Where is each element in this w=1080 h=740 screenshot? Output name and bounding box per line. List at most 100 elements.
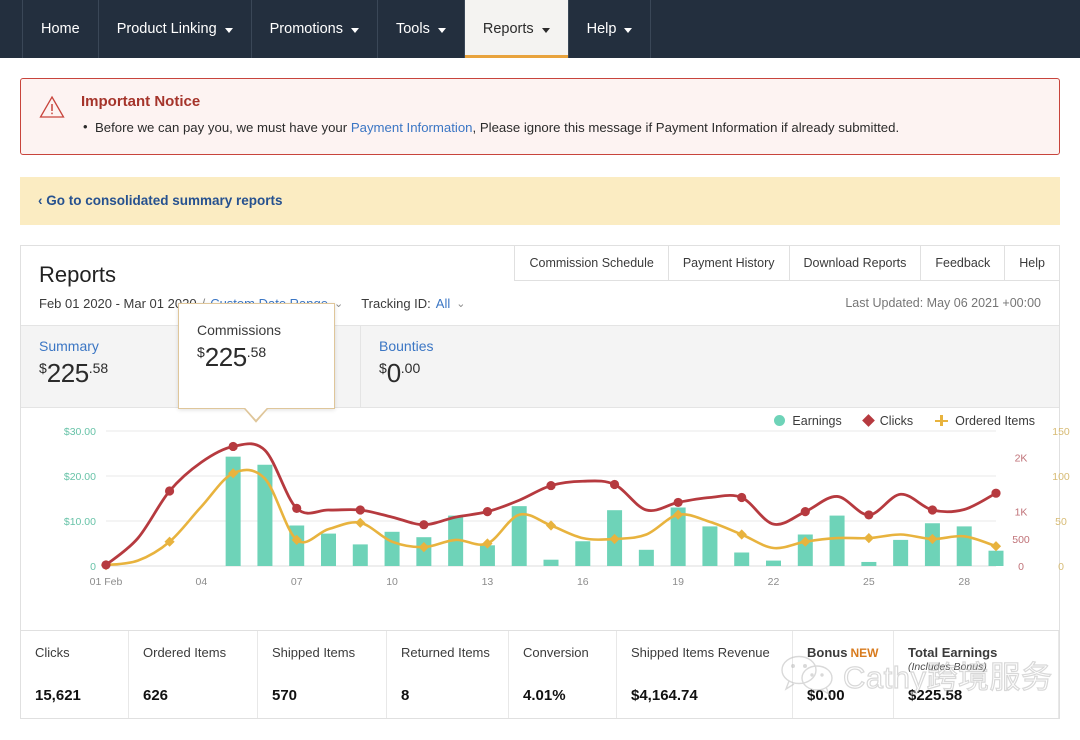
metric-clicks: Clicks 15,621 bbox=[21, 630, 129, 718]
metric-conversion: Conversion 4.01% bbox=[509, 630, 617, 718]
date-range-text: Feb 01 2020 - Mar 01 2020 bbox=[39, 295, 197, 311]
currency-symbol: $ bbox=[39, 359, 47, 376]
metric-label: Shipped Items Revenue bbox=[631, 644, 770, 660]
legend-item-earnings[interactable]: Earnings bbox=[774, 413, 842, 428]
chevron-down-icon bbox=[437, 27, 446, 33]
go-to-consolidated-summary-reports-link[interactable]: ‹ Go to consolidated summary reports bbox=[38, 193, 283, 208]
metric-value: 570 bbox=[272, 686, 298, 704]
metric-value: 15,621 bbox=[35, 686, 81, 704]
summary-tab-label: Commissions bbox=[197, 321, 282, 338]
svg-text:16: 16 bbox=[577, 576, 589, 588]
metric-label: Total Earnings bbox=[908, 644, 998, 660]
svg-text:50: 50 bbox=[1055, 516, 1067, 528]
back-chevron-icon: ‹ bbox=[38, 193, 43, 209]
amount-whole: 0 bbox=[386, 357, 401, 388]
summary-tab-bounties[interactable]: Bounties $0.00 bbox=[361, 326, 531, 407]
metric-bonus: Bonus NEW $0.00 bbox=[793, 630, 894, 718]
notice-text-prefix: Before we can pay you, we must have your bbox=[95, 120, 351, 135]
legend-label: Clicks bbox=[879, 413, 914, 428]
payment-information-link[interactable]: Payment Information bbox=[351, 120, 473, 135]
metric-label: Ordered Items bbox=[143, 644, 227, 660]
ordered-items-swatch-icon bbox=[935, 415, 949, 427]
chevron-down-icon bbox=[224, 27, 233, 33]
chevron-down-icon[interactable]: ⌄ bbox=[456, 297, 465, 310]
clicks-swatch-icon bbox=[861, 414, 875, 428]
summary-tab-amount: $225.58 bbox=[39, 358, 190, 389]
nav-item-tools[interactable]: Tools bbox=[376, 0, 464, 58]
amount-whole: 225 bbox=[204, 341, 247, 372]
legend-label: Earnings bbox=[792, 413, 842, 428]
currency-symbol: $ bbox=[197, 343, 205, 360]
nav-label: Promotions bbox=[269, 21, 343, 37]
last-updated-text: Last Updated: May 06 2021 +00:00 bbox=[845, 296, 1041, 311]
summary-tab-summary[interactable]: Summary $225.58 bbox=[21, 325, 191, 407]
metric-label: Shipped Items bbox=[272, 644, 356, 660]
metric-value: 4.01% bbox=[523, 686, 566, 704]
subnav-help[interactable]: Help bbox=[1005, 245, 1059, 280]
chevron-down-icon[interactable]: ⌄ bbox=[334, 297, 343, 310]
summary-tab-label: Bounties bbox=[379, 337, 434, 354]
subnav-download-reports[interactable]: Download Reports bbox=[789, 245, 922, 280]
reports-card-header: Reports Commission Schedule Payment Hist… bbox=[21, 245, 1059, 288]
svg-text:$20.00: $20.00 bbox=[64, 471, 96, 483]
svg-text:10: 10 bbox=[386, 576, 398, 588]
nav-item-reports[interactable]: Reports bbox=[463, 0, 568, 58]
svg-text:1K: 1K bbox=[1015, 506, 1028, 518]
nav-label: Product Linking bbox=[116, 21, 217, 37]
metric-shipped-items-revenue: Shipped Items Revenue $4,164.74 bbox=[617, 630, 793, 718]
metric-value: $225.58 bbox=[908, 686, 963, 704]
subnav-feedback[interactable]: Feedback bbox=[921, 245, 1006, 280]
metric-ordered-items: Ordered Items 626 bbox=[129, 630, 258, 718]
tracking-id-label: Tracking ID: bbox=[361, 295, 431, 311]
svg-text:100: 100 bbox=[1052, 471, 1070, 483]
nav-item-home[interactable]: Home bbox=[22, 0, 98, 58]
metric-label: Returned Items bbox=[401, 644, 490, 660]
legend-label: Ordered Items bbox=[955, 413, 1035, 428]
metric-returned-items: Returned Items 8 bbox=[387, 630, 509, 718]
svg-text:$30.00: $30.00 bbox=[64, 426, 96, 438]
nav-label: Home bbox=[41, 21, 80, 37]
svg-text:19: 19 bbox=[672, 576, 684, 588]
subnav-payment-history[interactable]: Payment History bbox=[668, 245, 790, 280]
amount-cents: .00 bbox=[400, 359, 421, 376]
chart-canvas: 0 $10.00 $20.00 $30.00 0 500 1K 2K 0 50 100 150 01 F… bbox=[64, 426, 1070, 588]
earnings-swatch-icon bbox=[774, 415, 786, 427]
main-navigation: Home Product Linking Promotions Tools Re… bbox=[0, 0, 1080, 58]
amount-cents: .58 bbox=[88, 359, 109, 376]
summary-tab-amount: $0.00 bbox=[379, 358, 531, 389]
metric-total-earnings: Total Earnings (Includes Bonus) $225.58 bbox=[894, 630, 1059, 718]
metric-value: 8 bbox=[401, 686, 410, 704]
svg-text:04: 04 bbox=[196, 576, 208, 588]
nav-item-help[interactable]: Help bbox=[567, 0, 652, 58]
legend-item-clicks[interactable]: Clicks bbox=[861, 413, 914, 428]
important-notice-banner: Important Notice Before we can pay you, … bbox=[20, 78, 1060, 155]
metric-value: $0.00 bbox=[807, 686, 845, 704]
warning-triangle-icon bbox=[39, 95, 65, 138]
metric-label-group: Total Earnings (Includes Bonus) bbox=[908, 645, 1058, 673]
svg-text:25: 25 bbox=[863, 576, 875, 588]
chevron-down-icon bbox=[350, 27, 359, 33]
tracking-id-value[interactable]: All bbox=[436, 296, 450, 311]
report-filter-row: Feb 01 2020 - Mar 01 2020 / Custom Date … bbox=[21, 288, 1059, 325]
nav-item-promotions[interactable]: Promotions bbox=[250, 0, 377, 58]
notice-bullet: Before we can pay you, we must have your… bbox=[81, 117, 1041, 138]
metric-label: Clicks bbox=[35, 644, 70, 660]
nav-label: Reports bbox=[482, 21, 534, 37]
svg-text:$10.00: $10.00 bbox=[64, 516, 96, 528]
svg-text:150: 150 bbox=[1052, 426, 1070, 438]
metric-label: Bonus NEW bbox=[807, 645, 893, 661]
summary-tab-commissions-active[interactable]: Commissions $225.58 bbox=[178, 302, 335, 409]
amount-cents: .58 bbox=[246, 343, 267, 360]
svg-text:500: 500 bbox=[1012, 534, 1030, 546]
currency-symbol: $ bbox=[379, 359, 387, 376]
notice-title: Important Notice bbox=[81, 93, 201, 110]
legend-item-ordered-items[interactable]: Ordered Items bbox=[935, 414, 1035, 428]
subnav-commission-schedule[interactable]: Commission Schedule bbox=[515, 245, 669, 280]
reports-subnav: Commission Schedule Payment History Down… bbox=[514, 245, 1059, 281]
summary-tabs: Summary $225.58 Bounties $0.00 Commissio… bbox=[21, 302, 1059, 409]
nav-item-product-linking[interactable]: Product Linking bbox=[97, 0, 251, 58]
svg-text:0: 0 bbox=[1018, 561, 1024, 573]
amount-whole: 225 bbox=[46, 357, 89, 388]
metric-sublabel: (Includes Bonus) bbox=[908, 661, 987, 674]
svg-text:01 Feb: 01 Feb bbox=[90, 576, 123, 588]
